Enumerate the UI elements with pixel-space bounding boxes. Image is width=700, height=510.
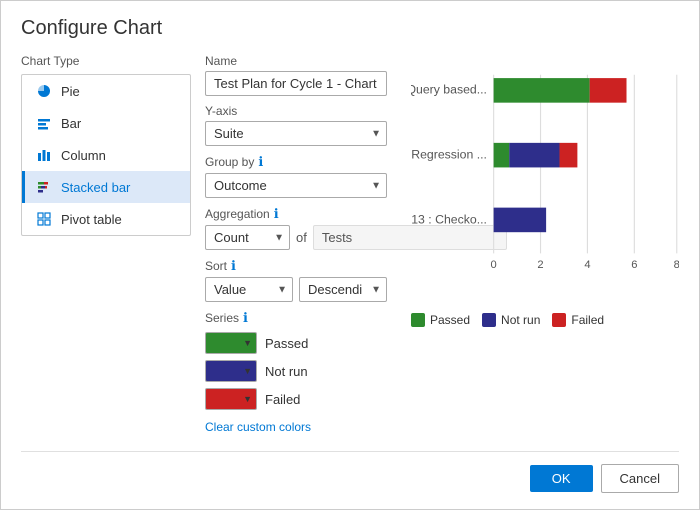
chart-type-pie[interactable]: Pie	[22, 75, 190, 107]
yaxis-select-wrapper: Suite ▼	[205, 121, 387, 146]
series-notrun: ▼ Not run	[205, 360, 387, 382]
chart-svg: Query based... Regression ... 13 : Check…	[411, 58, 679, 304]
svg-text:8: 8	[674, 259, 679, 271]
svg-text:Regression ...: Regression ...	[411, 147, 487, 161]
of-label: of	[296, 230, 307, 245]
dialog-body: Chart Type Pie	[21, 54, 679, 441]
svg-text:0: 0	[491, 259, 497, 271]
column-icon	[35, 146, 53, 164]
pivot-icon	[35, 210, 53, 228]
configure-chart-dialog: Configure Chart Chart Type Pie	[0, 0, 700, 510]
yaxis-select[interactable]: Suite	[205, 121, 387, 146]
cancel-button[interactable]: Cancel	[601, 464, 679, 493]
sort-info-icon[interactable]: ℹ	[231, 258, 236, 274]
aggregation-row: Count ▼ of	[205, 225, 387, 250]
aggregation-info-icon[interactable]: ℹ	[274, 206, 279, 222]
name-label: Name	[205, 54, 387, 68]
aggregation-label: Aggregation ℹ	[205, 206, 387, 222]
series-notrun-swatch[interactable]: ▼	[205, 360, 257, 382]
series-passed-swatch[interactable]: ▼	[205, 332, 257, 354]
sort-row: Value ▼ Descending ▼	[205, 277, 387, 302]
chart-type-bar[interactable]: Bar	[22, 107, 190, 139]
chart-type-bar-label: Bar	[61, 116, 81, 131]
sort-value-wrapper: Value ▼	[205, 277, 293, 302]
svg-text:2: 2	[537, 259, 543, 271]
series-passed: ▼ Passed	[205, 332, 387, 354]
dialog-title: Configure Chart	[21, 17, 679, 40]
bar-icon	[35, 114, 53, 132]
stacked-bar-icon	[35, 178, 53, 196]
dialog-footer: OK Cancel	[21, 451, 679, 493]
legend-passed-label: Passed	[430, 313, 470, 327]
config-panel: Name Y-axis Suite ▼ Group by ℹ Outcome ▼	[191, 54, 401, 441]
chart-type-pie-label: Pie	[61, 84, 80, 99]
sort-order-wrapper: Descending ▼	[299, 277, 387, 302]
chart-panel: Query based... Regression ... 13 : Check…	[401, 54, 679, 441]
groupby-label: Group by ℹ	[205, 154, 387, 170]
yaxis-label: Y-axis	[205, 104, 387, 118]
groupby-select-wrapper: Outcome ▼	[205, 173, 387, 198]
legend-notrun-swatch	[482, 313, 496, 327]
chart-area: Query based... Regression ... 13 : Check…	[411, 54, 679, 441]
name-input[interactable]	[205, 71, 387, 96]
svg-text:13 : Checko...: 13 : Checko...	[411, 212, 487, 226]
svg-text:4: 4	[584, 259, 590, 271]
series-failed-swatch[interactable]: ▼	[205, 388, 257, 410]
series-failed: ▼ Failed	[205, 388, 387, 410]
chart-type-pivot[interactable]: Pivot table	[22, 203, 190, 235]
ok-button[interactable]: OK	[530, 465, 593, 492]
chart-type-column[interactable]: Column	[22, 139, 190, 171]
svg-text:Query based...: Query based...	[411, 83, 487, 97]
clear-custom-colors-link[interactable]: Clear custom colors	[205, 420, 311, 434]
series-passed-label: Passed	[265, 336, 308, 351]
sort-label: Sort ℹ	[205, 258, 387, 274]
legend-failed: Failed	[552, 313, 604, 327]
series-passed-arrow-icon: ▼	[243, 338, 252, 348]
legend-failed-label: Failed	[571, 313, 604, 327]
legend-notrun: Not run	[482, 313, 540, 327]
pie-icon	[35, 82, 53, 100]
sort-order-select[interactable]: Descending	[299, 277, 387, 302]
series-info-icon[interactable]: ℹ	[243, 310, 248, 326]
series-label: Series ℹ	[205, 310, 387, 326]
chart-type-column-label: Column	[61, 148, 106, 163]
series-notrun-label: Not run	[265, 364, 308, 379]
series-failed-arrow-icon: ▼	[243, 394, 252, 404]
series-failed-label: Failed	[265, 392, 300, 407]
legend-passed-swatch	[411, 313, 425, 327]
chart-type-stacked-bar[interactable]: Stacked bar	[22, 171, 190, 203]
groupby-select[interactable]: Outcome	[205, 173, 387, 198]
aggregation-select-wrapper: Count ▼	[205, 225, 290, 250]
svg-text:6: 6	[631, 259, 637, 271]
series-notrun-arrow-icon: ▼	[243, 366, 252, 376]
chart-type-pivot-label: Pivot table	[61, 212, 122, 227]
chart-type-label: Chart Type	[21, 54, 191, 68]
legend-failed-swatch	[552, 313, 566, 327]
chart-legend: Passed Not run Failed	[411, 313, 679, 327]
aggregation-select[interactable]: Count	[205, 225, 290, 250]
chart-type-list: Pie Bar	[21, 74, 191, 236]
legend-passed: Passed	[411, 313, 470, 327]
groupby-info-icon[interactable]: ℹ	[258, 154, 263, 170]
legend-notrun-label: Not run	[501, 313, 540, 327]
chart-type-panel: Chart Type Pie	[21, 54, 191, 441]
sort-value-select[interactable]: Value	[205, 277, 293, 302]
chart-type-stacked-bar-label: Stacked bar	[61, 180, 130, 195]
